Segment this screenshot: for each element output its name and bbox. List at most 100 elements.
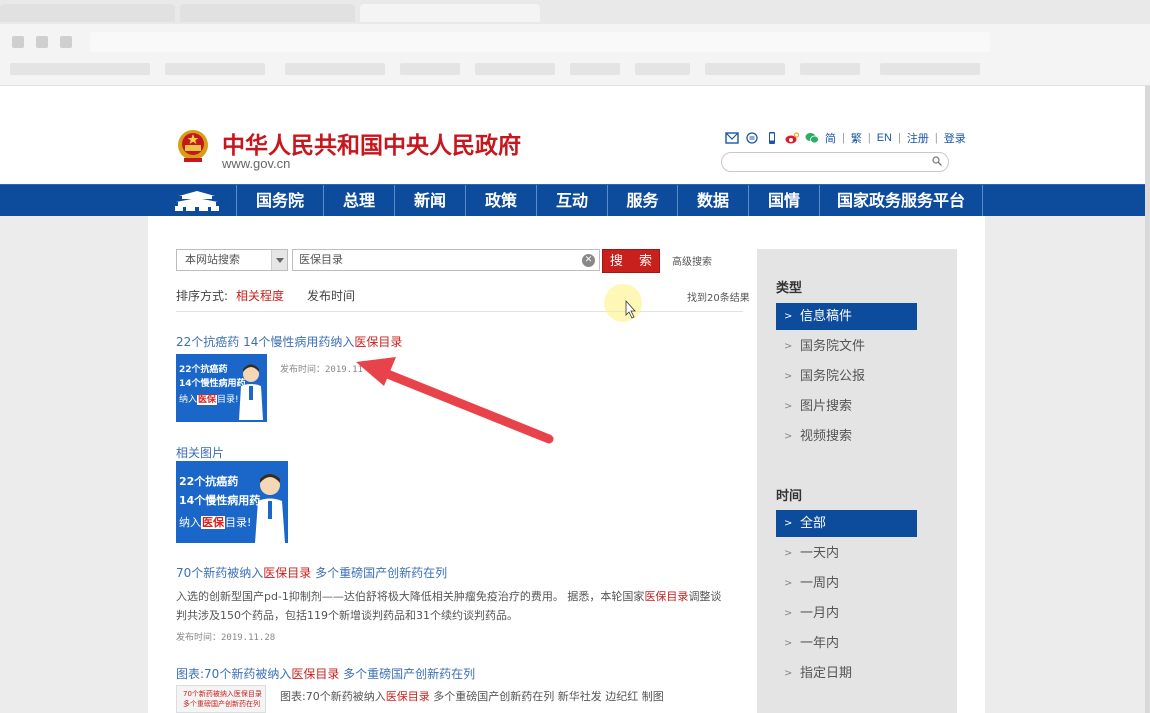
nav-item-gov-service-platform[interactable]: 国家政务服务平台 (819, 185, 983, 217)
thumbnail-caption-text: 纳入 (179, 516, 201, 529)
bookmark-item[interactable] (10, 63, 150, 75)
filter-label: 全部 (800, 516, 827, 531)
filter-label: 一周内 (800, 576, 840, 591)
snippet-text: 图表:70个新药被纳入 (280, 690, 386, 703)
nav-item-policy[interactable]: 政策 (465, 185, 536, 217)
clear-icon[interactable]: ✕ (582, 254, 595, 267)
snippet-text: 入选的创新型国产pd-1抑制剂——达伯舒将极大降低相关肿瘤免疫治疗的费用。 据悉… (176, 590, 645, 603)
result-date: 发布时间：2019.11.28 (176, 633, 276, 643)
nav-items: 国务院 总理 新闻 政策 互动 服务 数据 国情 国家政务服务平台 (236, 185, 983, 217)
search-input[interactable]: 医保目录 ✕ (292, 249, 600, 271)
nav-item-news[interactable]: 新闻 (394, 185, 465, 217)
related-images-title[interactable]: 相关图片 (176, 444, 224, 461)
header-links: 简 | 繁 | EN | 注册 | 登录 (725, 130, 966, 146)
nav-item-services[interactable]: 服务 (607, 185, 677, 217)
chevron-right-icon: > (784, 548, 793, 559)
chevron-down-icon[interactable] (271, 250, 287, 270)
browser-tab[interactable] (360, 4, 540, 22)
tiananmen-logo-icon[interactable] (173, 189, 221, 213)
bookmark-item[interactable] (705, 63, 785, 75)
result-title[interactable]: 70个新药被纳入医保目录 多个重磅国产创新药在列 (176, 564, 447, 581)
browser-tab[interactable] (0, 4, 175, 22)
nav-item-national-info[interactable]: 国情 (748, 185, 819, 217)
link-separator: | (934, 132, 938, 144)
filter-time-day[interactable]: > 一天内 (776, 540, 917, 567)
filter-time-custom[interactable]: > 指定日期 (776, 660, 917, 687)
site-title[interactable]: 中华人民共和国中央人民政府 (222, 126, 521, 160)
filter-type-videos[interactable]: > 视频搜索 (776, 423, 917, 450)
doctor-illustration (239, 364, 263, 420)
site-url: www.gov.cn (222, 156, 291, 171)
result-thumbnail[interactable]: 70个新药被纳入医保目录 多个重磅国产创新药在列 (176, 685, 266, 713)
thumbnail-caption: 多个重磅国产创新药在列 (183, 700, 260, 708)
thumbnail-caption: 22个抗癌药 (179, 365, 228, 375)
bookmark-item[interactable] (635, 63, 690, 75)
result-thumbnail[interactable]: 22个抗癌药 14个慢性病用药 纳入医保目录! (176, 354, 267, 422)
lang-simplified-link[interactable]: 简 (825, 130, 836, 146)
thumbnail-caption: 纳入医保目录! (179, 514, 251, 530)
snippet-highlight: 医保目录 (385, 690, 430, 703)
bookmark-item[interactable] (800, 63, 860, 75)
forward-icon[interactable] (36, 36, 48, 48)
result-count: 找到20条结果 (687, 293, 750, 304)
snippet-text: 多个重磅国产创新药在列 新华社发 边纪红 制图 (429, 690, 664, 703)
sort-by-relevance[interactable]: 相关程度 (236, 287, 284, 304)
rss-icon[interactable] (745, 132, 759, 144)
bookmark-item[interactable] (165, 63, 265, 75)
filter-label: 一月内 (800, 606, 840, 621)
nav-item-data[interactable]: 数据 (677, 185, 748, 217)
header-search-input[interactable] (721, 152, 949, 172)
filter-label: 一天内 (800, 546, 840, 561)
register-link[interactable]: 注册 (907, 130, 929, 146)
main-nav: 国务院 总理 新闻 政策 互动 服务 数据 国情 国家政务服务平台 (0, 184, 1145, 217)
weibo-icon[interactable] (785, 132, 799, 144)
filter-type-news[interactable]: > 信息稿件 (776, 303, 917, 330)
result-title-text: 多个重磅国产创新药在列 (339, 667, 476, 681)
reload-icon[interactable] (60, 36, 72, 48)
chevron-right-icon: > (784, 518, 793, 529)
wechat-icon[interactable] (805, 132, 819, 144)
filter-time-year[interactable]: > 一年内 (776, 630, 917, 657)
browser-tab[interactable] (180, 4, 355, 22)
advanced-search-link[interactable]: 高级搜索 (672, 253, 712, 268)
filter-type-gazette[interactable]: > 国务院公报 (776, 363, 917, 390)
filter-time-all[interactable]: > 全部 (776, 510, 917, 537)
nav-item-interaction[interactable]: 互动 (536, 185, 607, 217)
bookmark-item[interactable] (880, 63, 980, 75)
search-button[interactable]: 搜 索 (602, 249, 660, 273)
search-scope-value: 本网站搜索 (185, 253, 240, 266)
result-title[interactable]: 图表:70个新药被纳入医保目录 多个重磅国产创新药在列 (176, 665, 475, 682)
bookmark-item[interactable] (400, 63, 460, 75)
scrollbar[interactable] (1145, 86, 1150, 713)
nav-item-state-council[interactable]: 国务院 (236, 185, 323, 217)
sort-by-time[interactable]: 发布时间 (307, 287, 355, 304)
bookmark-item[interactable] (285, 63, 385, 75)
snippet-text: 调整谈 (688, 590, 722, 603)
mobile-icon[interactable] (765, 132, 779, 144)
thumbnail-caption-highlight: 医保 (197, 395, 218, 405)
nav-item-premier[interactable]: 总理 (323, 185, 394, 217)
doctor-illustration (255, 474, 285, 543)
address-bar[interactable] (90, 32, 990, 52)
result-title[interactable]: 22个抗癌药 14个慢性病用药纳入医保目录 (176, 333, 402, 350)
bookmark-item[interactable] (570, 63, 620, 75)
search-icon[interactable] (932, 156, 942, 166)
login-link[interactable]: 登录 (944, 130, 966, 146)
search-scope-select[interactable]: 本网站搜索 (176, 249, 288, 271)
snippet-highlight: 医保目录 (644, 590, 689, 603)
filter-type-images[interactable]: > 图片搜索 (776, 393, 917, 420)
filter-type-state-council-docs[interactable]: > 国务院文件 (776, 333, 917, 360)
browser-tab-strip (0, 0, 1150, 24)
lang-english-link[interactable]: EN (877, 132, 892, 144)
lang-traditional-link[interactable]: 繁 (851, 130, 862, 146)
sort-label: 排序方式: (176, 289, 229, 303)
thumbnail-caption: 14个慢性病用药 (179, 494, 261, 507)
filter-time-month[interactable]: > 一月内 (776, 600, 917, 627)
filter-time-week[interactable]: > 一周内 (776, 570, 917, 597)
site-header: 中华人民共和国中央人民政府 www.gov.cn 简 | 繁 | EN | 注册… (0, 86, 1145, 184)
mail-icon[interactable] (725, 132, 739, 144)
related-image-thumbnail[interactable]: 22个抗癌药 14个慢性病用药 纳入医保目录! (176, 461, 288, 543)
bookmark-item[interactable] (475, 63, 555, 75)
thumbnail-caption-text: 纳入 (179, 395, 198, 405)
back-icon[interactable] (12, 36, 24, 48)
